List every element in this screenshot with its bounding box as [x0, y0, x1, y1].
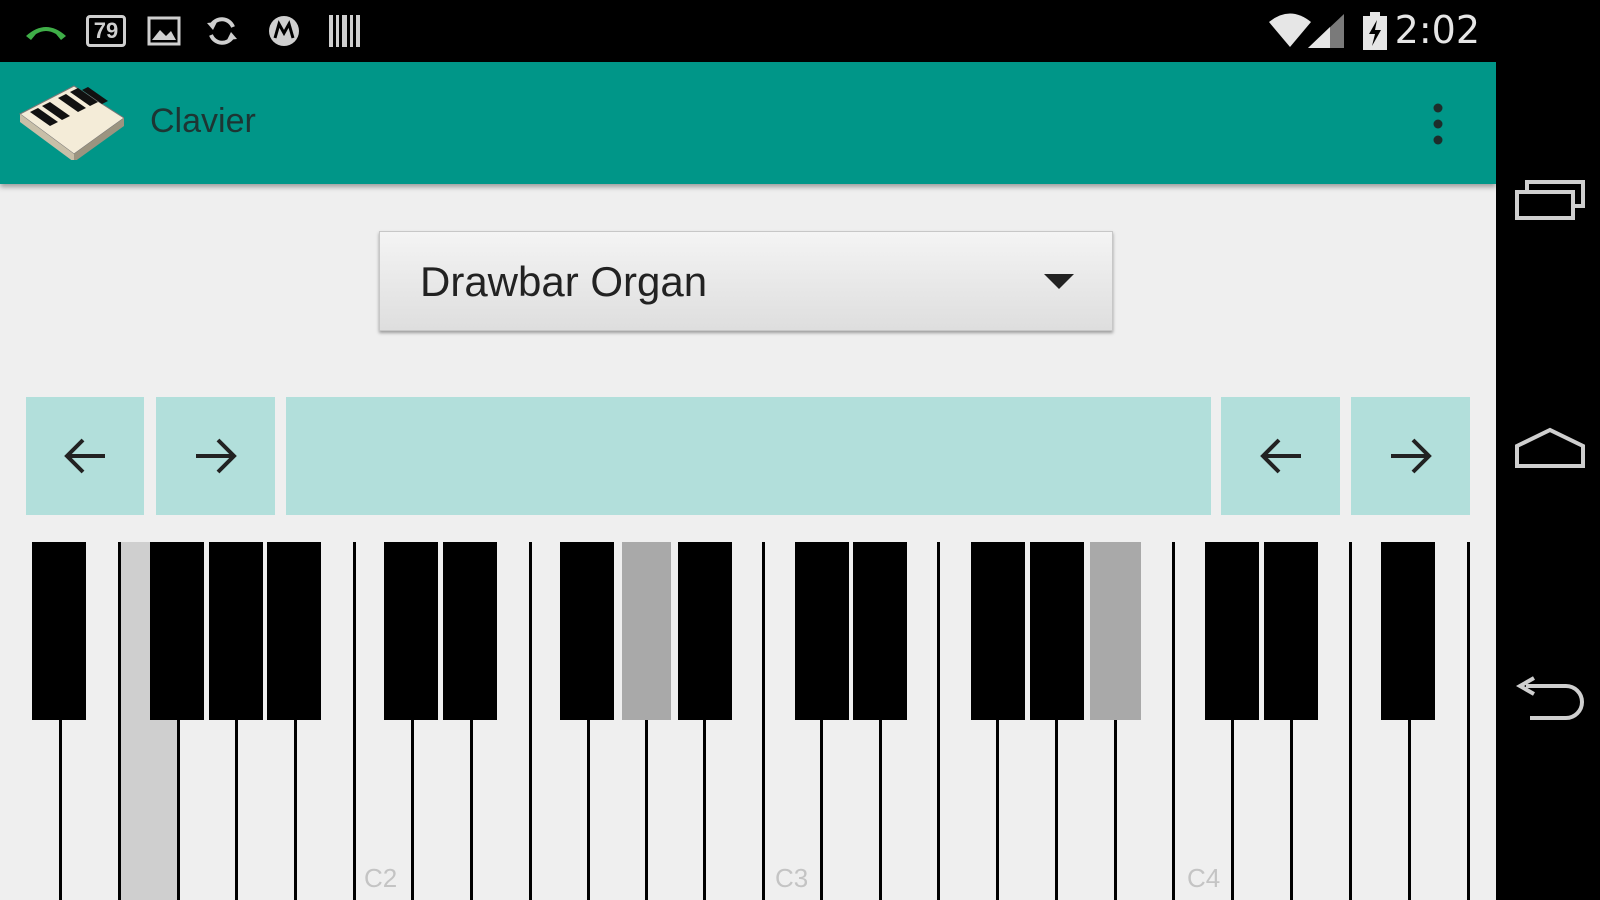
arrow-right-icon [195, 438, 237, 474]
black-key[interactable] [1264, 542, 1318, 720]
white-key[interactable] [1470, 542, 1496, 900]
status-bar: 79 2:02 [0, 0, 1496, 62]
black-key-pressed[interactable] [1090, 542, 1141, 720]
octave-label-c4: C4 [1187, 863, 1221, 893]
black-key[interactable] [971, 542, 1025, 720]
arrow-left-icon [1259, 438, 1301, 474]
barcode-icon [326, 12, 362, 50]
cell-signal-icon [1306, 12, 1346, 50]
instrument-spinner[interactable]: Drawbar Organ [379, 231, 1113, 331]
black-key[interactable] [1205, 542, 1259, 720]
black-key[interactable] [795, 542, 849, 720]
system-navigation-bar [1496, 0, 1600, 900]
black-key[interactable] [678, 542, 732, 720]
scroll-right-button[interactable] [156, 397, 275, 515]
recent-apps-icon[interactable] [1510, 170, 1590, 230]
black-key[interactable] [32, 542, 86, 720]
app-content: Clavier Drawbar Organ C2 C3 C4 [0, 62, 1496, 900]
octave-down-button[interactable] [1221, 397, 1340, 515]
piano-app-icon[interactable] [14, 80, 125, 162]
notification-badge-icon: 79 [84, 12, 128, 50]
overflow-menu-icon[interactable] [1418, 92, 1458, 156]
black-key[interactable] [150, 542, 204, 720]
selected-instrument: Drawbar Organ [420, 258, 708, 305]
keyboard-scroll-track[interactable] [286, 397, 1211, 515]
black-key[interactable] [384, 542, 438, 720]
gallery-icon [146, 12, 182, 50]
black-key[interactable] [209, 542, 263, 720]
black-key[interactable] [853, 542, 907, 720]
back-icon[interactable] [1510, 670, 1590, 730]
octave-label-c3: C3 [775, 863, 809, 893]
octave-label-c2: C2 [364, 863, 398, 893]
black-key[interactable] [443, 542, 497, 720]
app-title: Clavier [150, 102, 256, 140]
octave-up-button[interactable] [1351, 397, 1470, 515]
home-icon[interactable] [1510, 418, 1590, 478]
black-key[interactable] [560, 542, 614, 720]
action-bar: Clavier [0, 62, 1496, 184]
sync-icon [204, 12, 240, 50]
arrow-right-icon [1390, 438, 1432, 474]
dropdown-arrow-icon [1044, 274, 1074, 295]
arrow-left-icon [64, 438, 105, 474]
scroll-left-button[interactable] [26, 397, 144, 515]
black-key[interactable] [267, 542, 321, 720]
call-active-icon [22, 12, 70, 50]
black-key[interactable] [1381, 542, 1435, 720]
piano-keyboard[interactable]: C2 C3 C4 [0, 542, 1496, 900]
battery-charging-icon [1360, 12, 1390, 50]
black-key[interactable] [1030, 542, 1084, 720]
status-clock: 2:02 [1394, 8, 1480, 52]
motorola-icon [266, 12, 302, 50]
black-key-pressed[interactable] [622, 542, 671, 720]
badge-number: 79 [86, 15, 126, 47]
